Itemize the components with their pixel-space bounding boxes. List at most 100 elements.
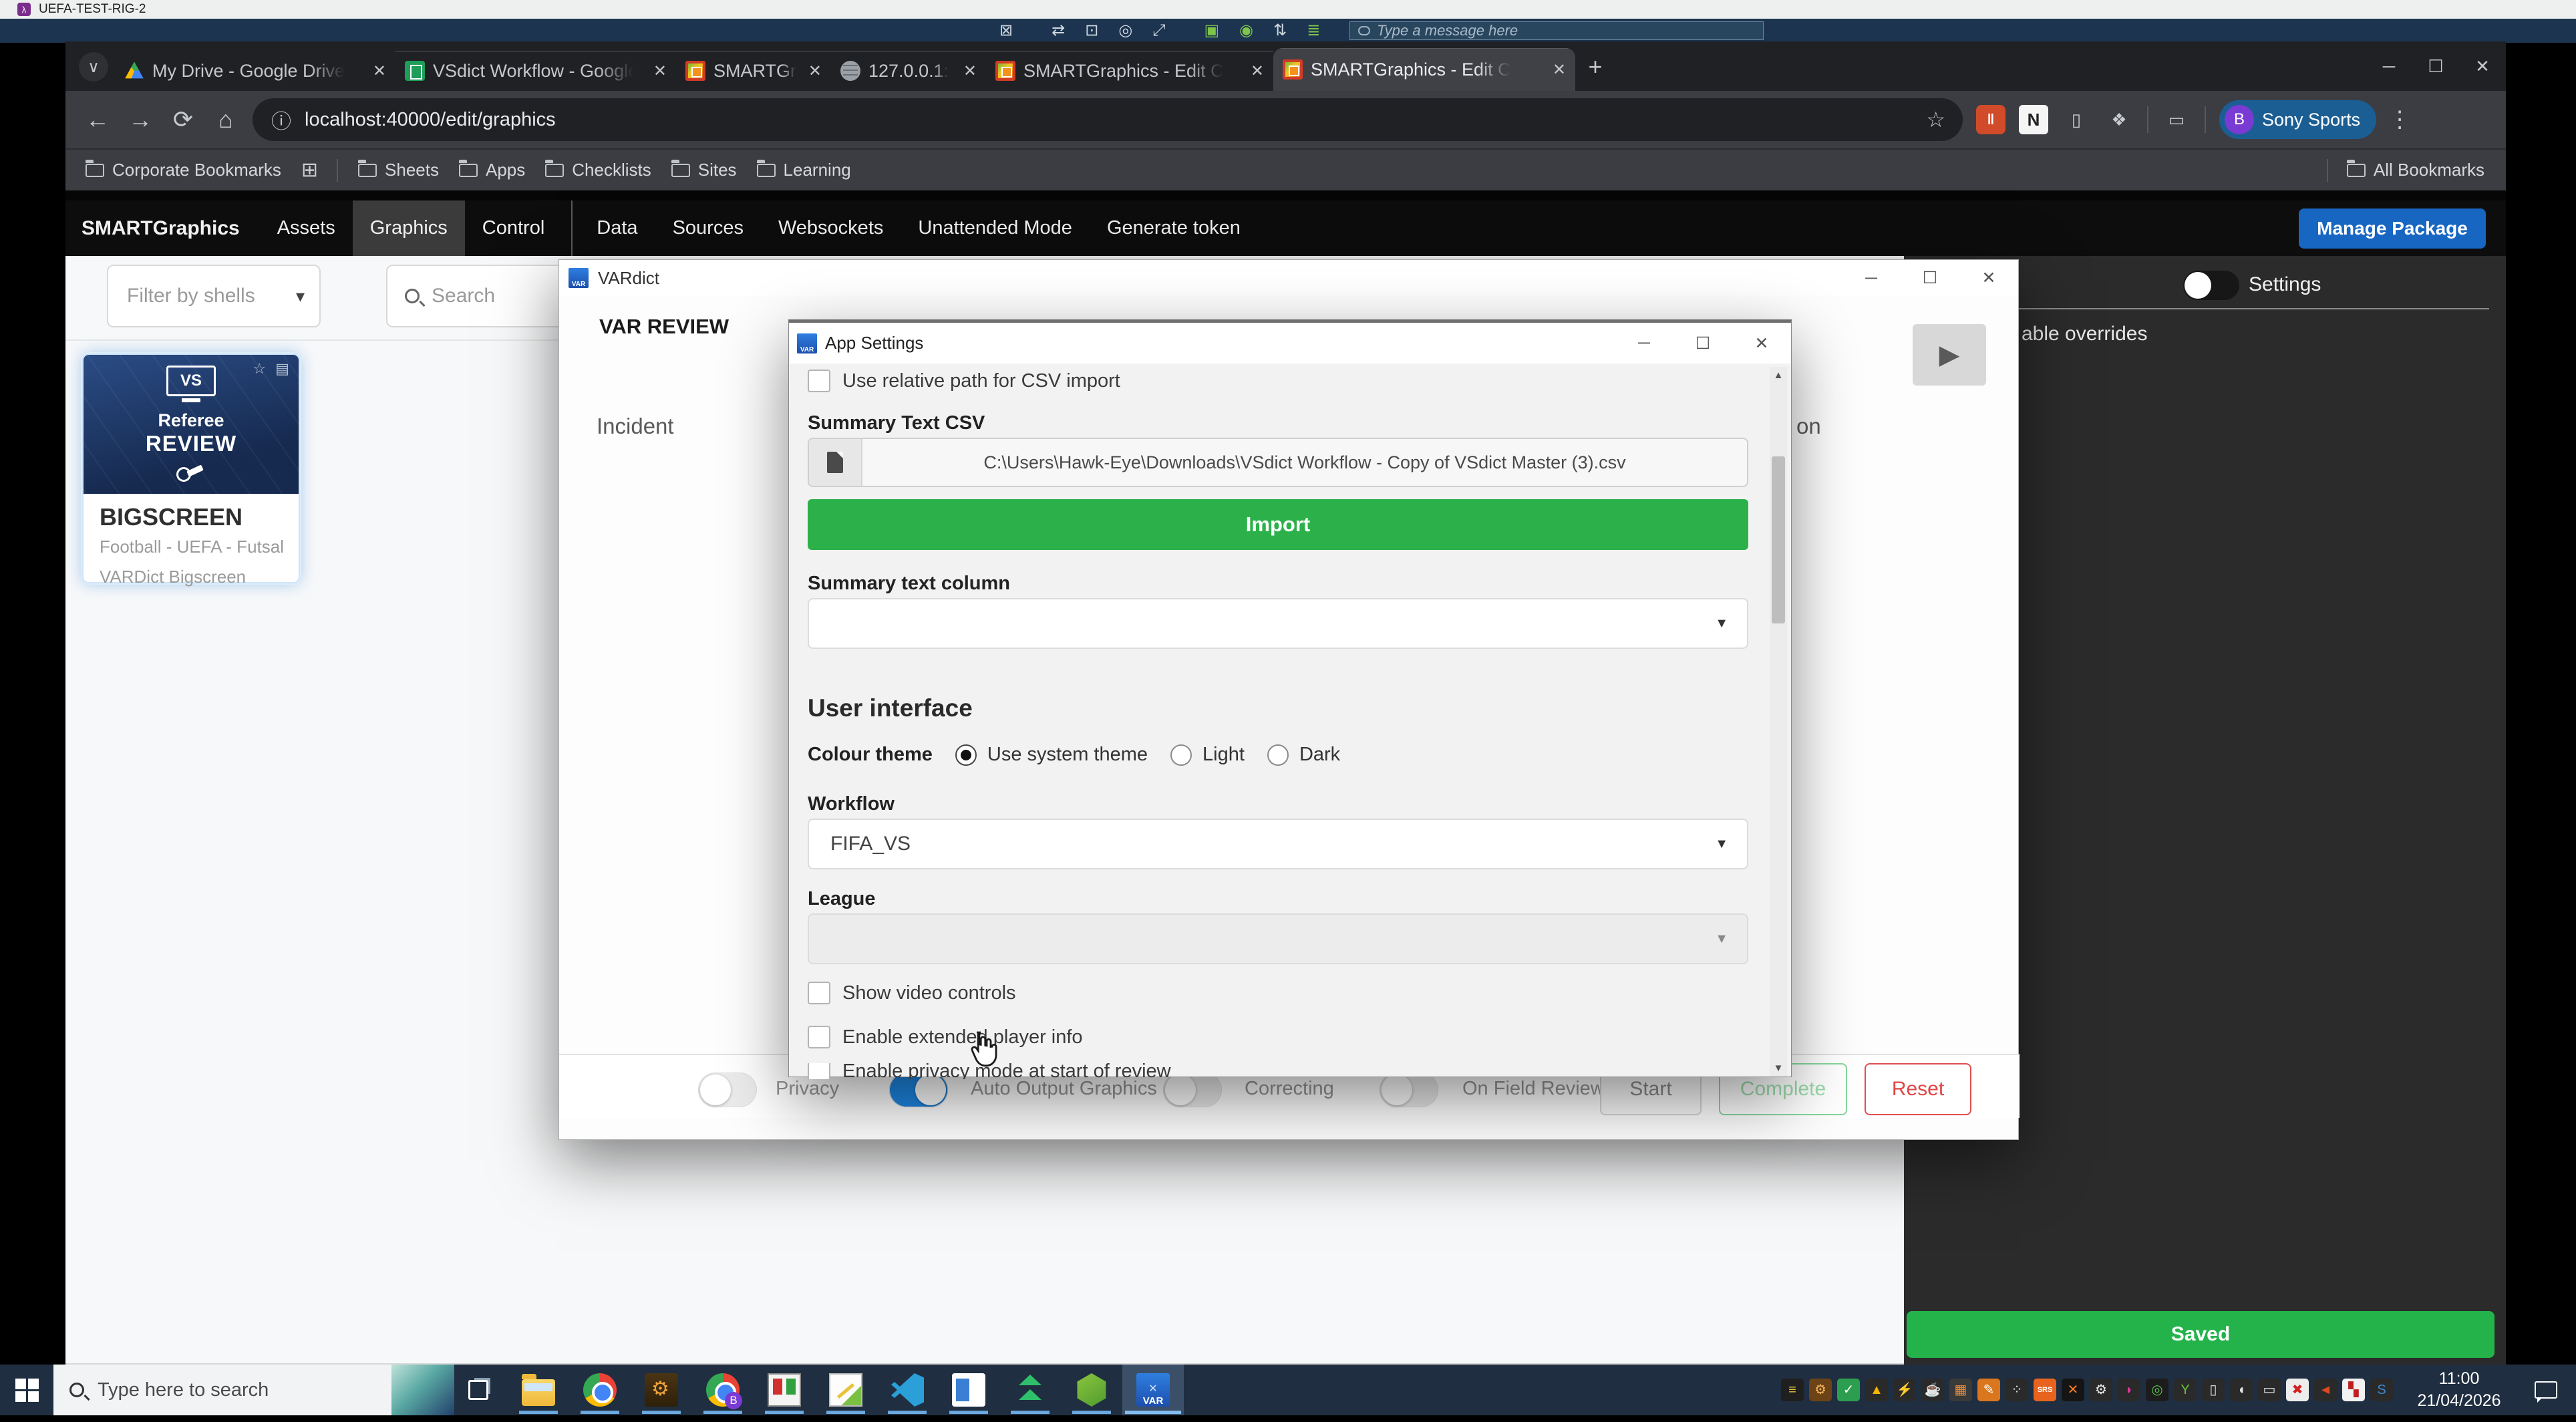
all-bookmarks[interactable]: All Bookmarks xyxy=(2308,158,2484,182)
browser-tab[interactable]: SMARTGraphics - Edit Compone ✕ xyxy=(1273,48,1575,91)
tray-green-plant-icon[interactable]: Y xyxy=(2174,1379,2197,1401)
nav-item[interactable]: Sources xyxy=(655,200,761,256)
nav-item[interactable]: Data xyxy=(571,200,655,256)
tray-speaker-icon[interactable]: ◖ xyxy=(2230,1379,2253,1401)
privacy-toggle[interactable] xyxy=(698,1073,757,1107)
workflow-select[interactable]: FIFA_VS ▼ xyxy=(808,819,1748,869)
graphic-card-bigscreen[interactable]: VS Referee REVIEW ☆ ▤ BIGSCREEN Football… xyxy=(82,353,300,587)
tray-media-icon[interactable]: ≡ xyxy=(1781,1379,1804,1401)
tray-gear-icon[interactable]: ⚙ xyxy=(2090,1379,2112,1401)
maximize-button[interactable]: ☐ xyxy=(1673,325,1732,362)
nav-item[interactable]: Generate token xyxy=(1090,200,1258,256)
taskbar-green-arrows[interactable] xyxy=(999,1365,1061,1415)
tray-mute-icon[interactable]: ◄ xyxy=(2314,1379,2337,1401)
bookmark-corporate[interactable]: Corporate Bookmarks xyxy=(86,159,281,180)
search-input[interactable]: Search xyxy=(386,265,587,327)
tray-network-icon[interactable]: ▭ xyxy=(2258,1379,2281,1401)
tab-close-icon[interactable]: ✕ xyxy=(957,61,977,81)
search-highlight-art[interactable] xyxy=(391,1365,454,1415)
browser-tab[interactable]: My Drive - Google Drive ✕ xyxy=(115,51,395,91)
card-corner-icons[interactable]: ☆ ▤ xyxy=(253,360,292,378)
browser-tab[interactable]: SMARTGraphics - Edit Compone ✕ xyxy=(986,51,1273,91)
tray-nvidia-icon[interactable]: ◎ xyxy=(2146,1379,2168,1401)
minimize-button[interactable]: ─ xyxy=(2366,41,2412,91)
filter-by-shells-select[interactable]: Filter by shells ▾ xyxy=(107,265,321,327)
minimize-button[interactable]: ─ xyxy=(1615,325,1673,362)
bookmark-folder[interactable]: Sites xyxy=(671,159,737,180)
taskbar-chrome[interactable] xyxy=(569,1365,631,1415)
tray-cup-icon[interactable]: ☕ xyxy=(1921,1379,1944,1401)
maximize-button[interactable]: ☐ xyxy=(2412,41,2459,91)
browser-tab[interactable]: 127.0.0.1: ✕ xyxy=(831,51,986,91)
tab-close-icon[interactable]: ✕ xyxy=(647,61,667,81)
taskbar-file-explorer[interactable] xyxy=(508,1365,569,1415)
taskbar-folder-gear[interactable] xyxy=(631,1365,692,1415)
show-video-controls-checkbox[interactable] xyxy=(808,982,830,1004)
tray-shield-check-icon[interactable]: ✓ xyxy=(1837,1379,1860,1401)
relative-path-checkbox[interactable] xyxy=(808,370,830,392)
taskbar-vscode[interactable] xyxy=(876,1365,938,1415)
record-icon[interactable]: ◉ xyxy=(1239,23,1253,39)
tray-folder-gear-icon[interactable]: ⚙ xyxy=(1809,1379,1832,1401)
browser-tab[interactable]: VSdict Workflow - Google Shee ✕ xyxy=(395,51,676,91)
theme-radio-system[interactable] xyxy=(955,744,977,766)
bookmark-folder[interactable]: Learning xyxy=(756,159,851,180)
league-select[interactable]: ▼ xyxy=(808,913,1748,964)
target-icon[interactable]: ◎ xyxy=(1118,23,1132,39)
manage-package-button[interactable]: Manage Package xyxy=(2299,208,2486,249)
bookmark-folder[interactable]: Checklists xyxy=(545,159,651,180)
file-transfer-icon[interactable]: ⇅ xyxy=(1273,23,1287,39)
extension-icon-notion[interactable]: N xyxy=(2019,105,2048,134)
tray-swirl-icon[interactable]: S xyxy=(2370,1379,2393,1401)
tray-shield-x-icon[interactable]: ✖ xyxy=(2286,1379,2309,1401)
profile-button[interactable]: B Sony Sports xyxy=(2219,100,2377,139)
close-button[interactable]: ✕ xyxy=(2459,41,2506,91)
cast-icon[interactable]: ▭ xyxy=(2162,105,2191,134)
address-bar[interactable]: ⓘ localhost:40000/edit/graphics ☆ xyxy=(253,98,1963,141)
apps-grid-icon[interactable]: ⊞ xyxy=(301,158,318,182)
tray-phone-icon[interactable]: ▯ xyxy=(2202,1379,2225,1401)
taskbar-kdiff3[interactable] xyxy=(754,1365,815,1415)
start-button-windows[interactable] xyxy=(0,1365,53,1415)
taskbar-notepad[interactable] xyxy=(815,1365,876,1415)
site-info-icon[interactable]: ⓘ xyxy=(271,105,291,134)
browser-menu-icon[interactable]: ⋮ xyxy=(2388,106,2411,133)
reload-icon[interactable]: ⟳ xyxy=(162,106,204,134)
task-view-button[interactable] xyxy=(454,1365,502,1415)
extensions-puzzle-icon[interactable]: ❖ xyxy=(2104,105,2134,134)
taskbar-vardict[interactable] xyxy=(1122,1365,1184,1415)
tray-checkered-icon[interactable]: ▚ xyxy=(2342,1379,2365,1401)
action-center-button[interactable] xyxy=(2516,1365,2576,1415)
app-settings-titlebar[interactable]: VAR App Settings ─ ☐ ✕ xyxy=(789,323,1791,364)
tab-search-chevron-icon[interactable]: ∨ xyxy=(79,52,108,82)
ab-compare-icon[interactable]: ▣ xyxy=(1204,23,1219,39)
taskbar-clock[interactable]: 11:00 21/04/2026 xyxy=(2402,1368,2516,1412)
tray-photos-icon[interactable]: ▦ xyxy=(1949,1379,1972,1401)
csv-file-field[interactable]: C:\Users\Hawk-Eye\Downloads\VSdict Workf… xyxy=(808,438,1748,487)
tab-close-icon[interactable]: ✕ xyxy=(1244,61,1264,81)
tray-google-drive-icon[interactable]: ▲ xyxy=(1865,1379,1888,1401)
bookmark-folder[interactable]: Sheets xyxy=(358,159,439,180)
tray-srs-icon[interactable]: SRS xyxy=(2034,1379,2056,1401)
summary-column-select[interactable]: ▼ xyxy=(808,598,1748,649)
forward-icon[interactable]: → xyxy=(119,106,162,134)
import-button[interactable]: Import xyxy=(808,499,1748,550)
bookmark-folder[interactable]: Apps xyxy=(458,159,525,180)
vardict-titlebar[interactable]: VAR VARdict ─ ☐ ✕ xyxy=(559,260,2018,296)
extended-player-info-checkbox[interactable] xyxy=(808,1026,830,1048)
nav-item[interactable]: Unattended Mode xyxy=(901,200,1090,256)
scrollbar-thumb[interactable] xyxy=(1772,456,1785,623)
privacy-mode-checkbox[interactable] xyxy=(808,1063,830,1079)
laptop-icon[interactable]: ▯ xyxy=(2062,105,2091,134)
saved-button[interactable]: Saved xyxy=(1907,1311,2494,1358)
play-button[interactable]: ▶ xyxy=(1913,324,1986,386)
taskbar-search[interactable]: Type here to search xyxy=(53,1365,454,1415)
scroll-up-icon[interactable]: ▲ xyxy=(1770,370,1787,381)
nav-item[interactable]: Control xyxy=(465,200,562,256)
nav-item[interactable]: Assets xyxy=(260,200,353,256)
tray-dots-grid-icon[interactable]: ⁘ xyxy=(2005,1379,2028,1401)
monitor-1-icon[interactable]: ⊡ xyxy=(1085,23,1098,39)
reset-button[interactable]: Reset xyxy=(1865,1063,1971,1115)
close-button[interactable]: ✕ xyxy=(1959,260,2018,296)
taskbar-app-window[interactable] xyxy=(938,1365,999,1415)
